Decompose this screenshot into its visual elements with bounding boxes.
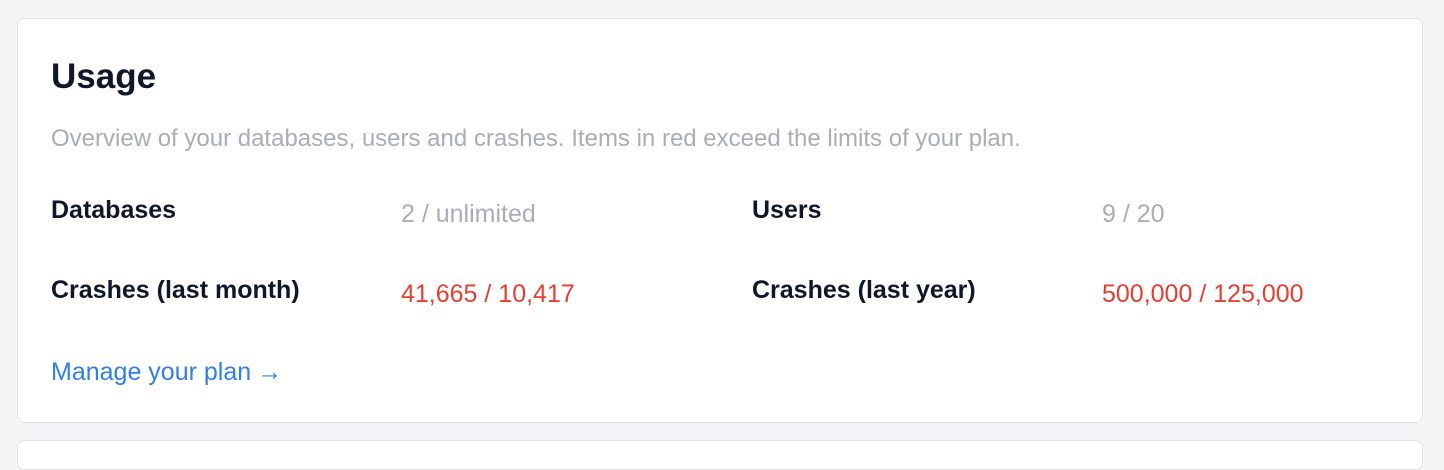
stat-label-users: Users xyxy=(752,196,822,224)
stat-label-crashes-last-month: Crashes (last month) xyxy=(51,276,300,304)
stat-label-databases: Databases xyxy=(51,196,177,224)
usage-description: Overview of your databases, users and cr… xyxy=(51,125,1021,152)
usage-title: Usage xyxy=(51,57,157,96)
stat-label-crashes-last-year: Crashes (last year) xyxy=(752,276,976,304)
stat-value-users: 9 / 20 xyxy=(1102,200,1165,228)
stat-value-databases: 2 / unlimited xyxy=(401,200,536,228)
manage-plan-link-label: Manage your plan xyxy=(51,358,252,386)
arrow-right-icon: → xyxy=(257,358,283,386)
next-card-edge xyxy=(17,440,1423,470)
stat-value-crashes-last-year: 500,000 / 125,000 xyxy=(1102,280,1304,308)
usage-card: Usage Overview of your databases, users … xyxy=(17,18,1423,423)
manage-plan-link[interactable]: Manage your plan → xyxy=(51,356,282,388)
stat-value-crashes-last-month: 41,665 / 10,417 xyxy=(401,280,575,308)
